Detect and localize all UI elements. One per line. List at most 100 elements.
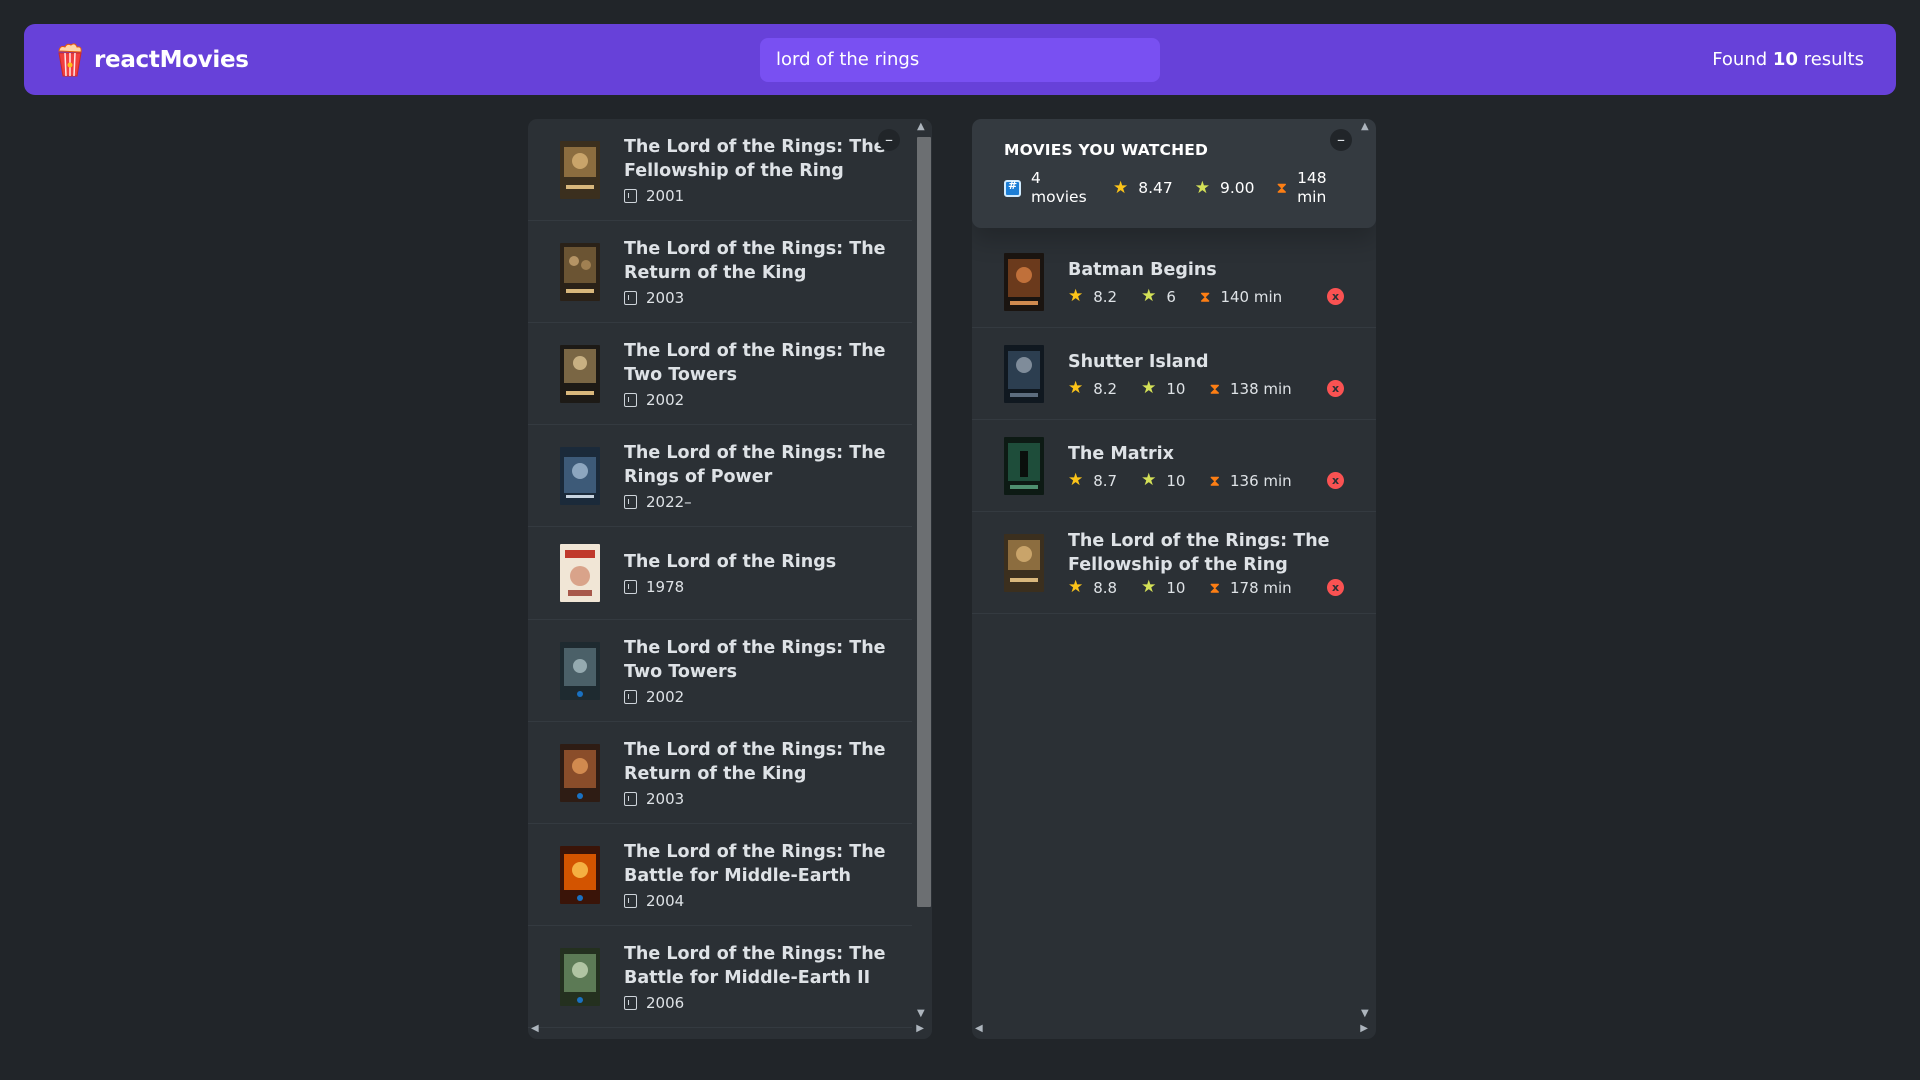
runtime-stat: ⧗ 138 min — [1209, 380, 1291, 398]
logo: reactMovies — [56, 42, 456, 77]
watched-summary: Movies you watched 4movies ★ 8.47 ★ 9.00… — [972, 119, 1376, 228]
movie-info: The Lord of the Rings: The Return of the… — [624, 738, 896, 808]
delete-watched-button[interactable]: x — [1327, 579, 1344, 596]
movie-year-row: 2002 — [624, 688, 896, 706]
movie-year-row: 2022– — [624, 493, 896, 511]
scroll-up-arrow-icon[interactable]: ▲ — [917, 121, 925, 132]
calendar-icon — [624, 689, 637, 704]
watched-box: – Movies you watched 4movies ★ 8.47 ★ 9.… — [972, 119, 1376, 1039]
vertical-scrollbar[interactable]: ▲ ▼ — [912, 119, 932, 1039]
user-rating: 6 — [1166, 287, 1176, 306]
delete-watched-button[interactable]: x — [1327, 380, 1344, 397]
summary-stats: 4movies ★ 8.47 ★ 9.00 ⧗ 148min — [1004, 169, 1344, 207]
movie-year-row: 2003 — [624, 790, 896, 808]
movie-title: The Lord of the Rings: The Two Towers — [624, 340, 886, 385]
star-icon: ★ — [1068, 470, 1084, 490]
calendar-icon — [624, 290, 637, 305]
movie-info: The Lord of the Rings: The Return of the… — [624, 237, 896, 307]
runtime-stat: ⧗ 136 min — [1209, 472, 1291, 490]
movie-title: The Lord of the Rings: The Battle for Mi… — [624, 841, 886, 886]
calendar-icon — [624, 494, 637, 509]
watched-movie-stats: ★ 8.8 ★ 10 ⧗ 178 min x — [1068, 579, 1344, 597]
movie-title: The Lord of the Rings: The Fellowship of… — [624, 136, 886, 181]
imdb-rating-stat: ★ 8.2 — [1068, 380, 1117, 398]
avg-imdb-rating: 8.47 — [1138, 179, 1173, 197]
movie-poster — [560, 242, 600, 301]
watched-movie-info: Batman Begins ★ 8.2 ★ 6 ⧗ 140 min x — [1068, 258, 1344, 306]
delete-watched-button[interactable]: x — [1327, 288, 1344, 305]
movie-list-item[interactable]: The Lord of the Rings: The Two Towers 20… — [528, 323, 928, 425]
calendar-icon — [624, 893, 637, 908]
movie-year: 2006 — [646, 993, 685, 1012]
summary-imdb-rating: ★ 8.47 — [1113, 179, 1173, 197]
horizontal-scrollbar[interactable]: ◀ ▶ — [972, 1021, 1376, 1039]
movie-list-item[interactable]: The Lord of the Rings: The Return of the… — [528, 722, 928, 824]
watched-movie-stats: ★ 8.2 ★ 10 ⧗ 138 min x — [1068, 380, 1344, 398]
watched-movie-stats: ★ 8.2 ★ 6 ⧗ 140 min x — [1068, 288, 1344, 306]
horizontal-scrollbar[interactable]: ◀ ▶ — [528, 1021, 932, 1039]
movie-year: 2002 — [646, 687, 685, 706]
user-rating: 10 — [1166, 379, 1186, 398]
popcorn-icon — [58, 42, 82, 76]
movie-poster — [1004, 252, 1044, 311]
scroll-left-arrow-icon[interactable]: ◀ — [531, 1023, 539, 1034]
imdb-rating: 8.7 — [1093, 471, 1118, 490]
scroll-left-arrow-icon[interactable]: ◀ — [975, 1023, 983, 1034]
user-rating-stat: ★ 10 — [1141, 472, 1185, 490]
collapse-watched-button[interactable]: – — [1330, 129, 1352, 151]
movie-poster — [560, 947, 600, 1006]
movie-list-item[interactable]: The Lord of the Rings 1978 — [528, 527, 928, 620]
movie-info: The Lord of the Rings: The Two Towers 20… — [624, 339, 896, 409]
movie-info: The Lord of the Rings: The Battle for Mi… — [624, 942, 896, 1012]
calendar-icon — [624, 995, 637, 1010]
user-rating: 10 — [1166, 471, 1186, 490]
runtime: 178 min — [1229, 578, 1292, 597]
movie-title: The Lord of the Rings: The Two Towers — [624, 637, 886, 682]
movie-list-item[interactable]: The Lord of the Rings: The Two Towers 20… — [528, 620, 928, 722]
calendar-icon — [624, 580, 637, 594]
movie-title: The Lord of the Rings: The Rings of Powe… — [624, 442, 886, 487]
watched-list: Batman Begins ★ 8.2 ★ 6 ⧗ 140 min x Shutter… — [972, 236, 1376, 614]
user-rating-stat: ★ 10 — [1141, 380, 1185, 398]
hash-icon — [1004, 179, 1021, 197]
delete-watched-button[interactable]: x — [1327, 472, 1344, 489]
movie-poster — [560, 641, 600, 700]
scrollbar-thumb[interactable] — [917, 137, 931, 907]
scroll-up-arrow-icon[interactable]: ▲ — [1361, 121, 1369, 132]
movie-year-row: 2006 — [624, 994, 896, 1012]
movie-list-item[interactable]: The Lord of the Rings: The Return of the… — [528, 221, 928, 323]
watched-movie-item: Batman Begins ★ 8.2 ★ 6 ⧗ 140 min x — [972, 236, 1376, 328]
calendar-icon — [624, 392, 637, 407]
hourglass-icon: ⧗ — [1209, 578, 1220, 597]
movie-list-item[interactable]: The Lord of the Rings: The Rings of Powe… — [528, 425, 928, 527]
movie-title: Shutter Island — [1068, 351, 1209, 372]
movies-unit: movies — [1031, 188, 1087, 206]
user-rating-stat: ★ 6 — [1141, 288, 1176, 306]
watched-movie-item: Shutter Island ★ 8.2 ★ 10 ⧗ 138 min x — [972, 328, 1376, 420]
scroll-right-arrow-icon[interactable]: ▶ — [916, 1023, 924, 1034]
movie-year: 1978 — [646, 578, 685, 596]
movies-count: 4 — [1031, 169, 1041, 187]
movie-year-row: 2001 — [624, 187, 896, 205]
movie-title: The Matrix — [1068, 443, 1174, 464]
imdb-rating-stat: ★ 8.8 — [1068, 579, 1117, 597]
imdb-rating: 8.2 — [1093, 379, 1118, 398]
imdb-rating: 8.2 — [1093, 287, 1118, 306]
movie-poster — [560, 344, 600, 403]
imdb-rating: 8.8 — [1093, 578, 1118, 597]
navbar: reactMovies Found 10 results — [24, 24, 1896, 95]
user-star-icon: ★ — [1141, 470, 1157, 490]
scroll-right-arrow-icon[interactable]: ▶ — [1360, 1023, 1368, 1034]
results-count: Found 10 results — [1464, 49, 1864, 70]
scroll-down-arrow-icon[interactable]: ▼ — [917, 1008, 925, 1019]
movie-list-item[interactable]: The Lord of the Rings: The Battle for Mi… — [528, 824, 928, 926]
scroll-down-arrow-icon[interactable]: ▼ — [1361, 1008, 1369, 1019]
search-input[interactable] — [760, 37, 1160, 82]
movie-poster — [1004, 344, 1044, 403]
vertical-scrollbar[interactable]: ▲ ▼ — [1356, 119, 1376, 1039]
movie-poster — [1004, 533, 1044, 592]
movie-list-item[interactable]: The Lord of the Rings: The Fellowship of… — [528, 119, 928, 221]
results-prefix: Found — [1712, 49, 1768, 70]
collapse-results-button[interactable]: – — [878, 129, 900, 151]
movie-list-item[interactable]: The Lord of the Rings: The Battle for Mi… — [528, 926, 928, 1028]
